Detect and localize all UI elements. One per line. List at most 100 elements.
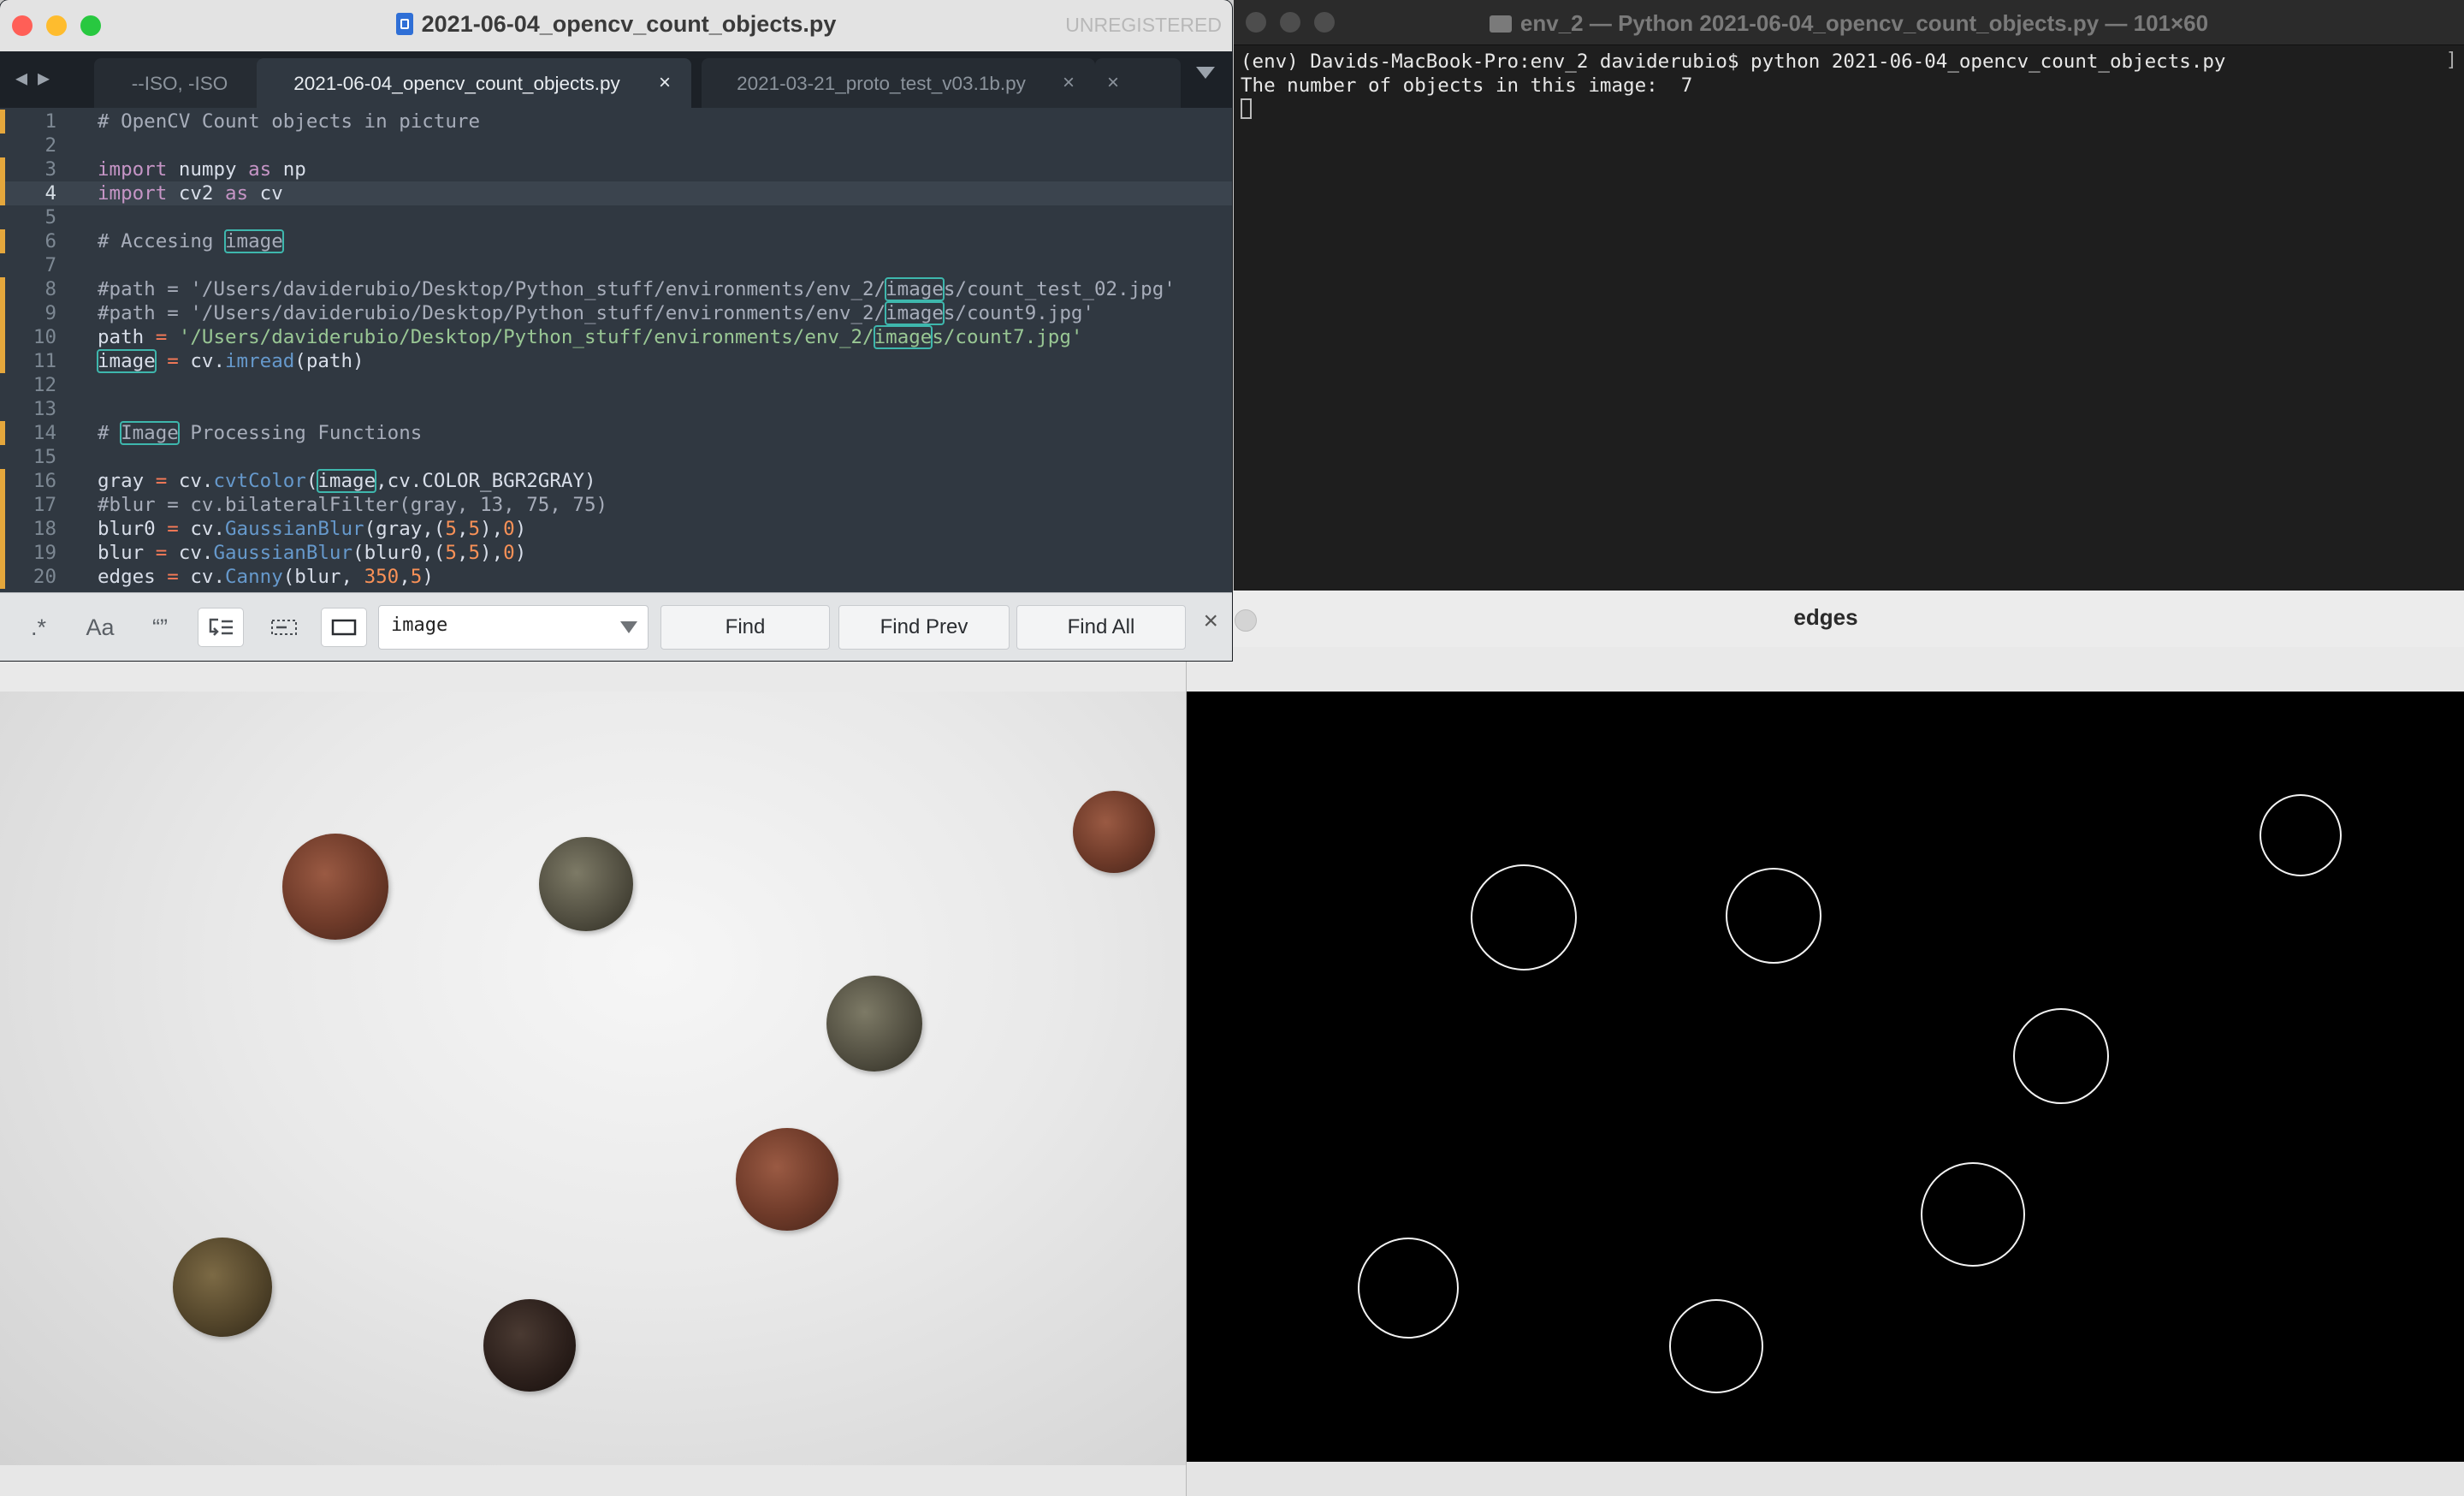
line-number: 13 [33, 398, 56, 420]
find-prev-button[interactable]: Find Prev [838, 605, 1010, 650]
close-icon[interactable]: × [1107, 71, 1119, 95]
code-text: import numpy as np [98, 158, 306, 181]
terminal-scroll-mark: ] [2445, 50, 2457, 71]
line-number: 6 [44, 230, 56, 252]
code-line[interactable]: 13 [0, 397, 1232, 421]
code-line[interactable]: 19 blur = cv.GaussianBlur(blur0,(5,5),0) [0, 541, 1232, 565]
coin [539, 837, 633, 931]
code-line[interactable]: 14 # Image Processing Functions [0, 421, 1232, 445]
terminal-title: env_2 — Python 2021-06-04_opencv_count_o… [1234, 10, 2464, 37]
whole-word-icon[interactable]: “” [140, 608, 180, 646]
code-line[interactable]: 4 import cv2 as cv [0, 181, 1232, 205]
edge-contour [2260, 794, 2342, 876]
terminal-result-line: The number of objects in this image: 7 [1241, 74, 1693, 97]
code-text: import cv2 as cv [98, 182, 283, 205]
in-selection-icon[interactable] [262, 608, 306, 646]
editor-title-text: 2021-06-04_opencv_count_objects.py [421, 11, 837, 37]
wrap-toggle-icon[interactable] [198, 608, 243, 646]
code-line[interactable]: 1 # OpenCV Count objects in picture [0, 110, 1232, 134]
code-line[interactable]: 11 image = cv.imread(path) [0, 349, 1232, 373]
code-line[interactable]: 6 # Accesing image [0, 229, 1232, 253]
case-toggle-icon[interactable]: Aa [79, 608, 121, 646]
close-icon[interactable]: × [1203, 607, 1218, 636]
code-line[interactable]: 15 [0, 445, 1232, 469]
coin [1073, 791, 1155, 873]
code-line[interactable]: 20 edges = cv.Canny(blur, 350,5) [0, 565, 1232, 589]
code-line[interactable]: 17 #blur = cv.bilateralFilter(gray, 13, 7… [0, 493, 1232, 517]
code-line[interactable]: 5 [0, 205, 1232, 229]
code-line[interactable]: 12 [0, 373, 1232, 397]
line-number: 14 [33, 422, 56, 444]
tab-count-objects[interactable]: 2021-06-04_opencv_count_objects.py × [257, 58, 691, 108]
coin [173, 1238, 272, 1337]
edge-contour [1358, 1238, 1459, 1339]
line-number: 18 [33, 518, 56, 540]
terminal-window: env_2 — Python 2021-06-04_opencv_count_o… [1234, 0, 2464, 591]
edges-window-bottom-bar [1187, 1462, 2464, 1496]
coin [282, 834, 388, 940]
tab-bar: ◂ ▸ --ISO, -ISO 2021-06-04_opencv_count_… [0, 51, 1232, 108]
line-number: 4 [44, 182, 56, 205]
tab-label: 2021-06-04_opencv_count_objects.py [293, 73, 620, 94]
folder-icon [1489, 15, 1512, 33]
close-icon[interactable]: × [1063, 71, 1075, 95]
tab-label: 2021-03-21_proto_test_v03.1b.py [737, 73, 1026, 94]
editor-titlebar[interactable]: 2021-06-04_opencv_count_objects.py UNREG… [0, 0, 1232, 52]
edge-contour [1726, 868, 1821, 964]
find-panel: .* Aa “” image Find Find Prev Find All × [0, 592, 1232, 661]
edges-window: edges [1186, 591, 2464, 1496]
line-number: 2 [44, 134, 56, 157]
license-status: UNREGISTERED [1065, 14, 1222, 36]
line-number: 3 [44, 158, 56, 181]
tab-proto-test[interactable]: 2021-03-21_proto_test_v03.1b.py × [702, 58, 1095, 108]
edges-titlebar[interactable]: edges [1187, 591, 2464, 647]
code-line[interactable]: 18 blur0 = cv.GaussianBlur(gray,(5,5),0) [0, 517, 1232, 541]
line-number: 16 [33, 470, 56, 492]
terminal-output[interactable]: (env) Davids-MacBook-Pro:env_2 daviderub… [1241, 50, 2464, 122]
tab-dropdown-icon[interactable] [1196, 67, 1215, 79]
code-text: #blur = cv.bilateralFilter(gray, 13, 75,… [98, 494, 608, 516]
code-line[interactable]: 16 gray = cv.cvtColor(image,cv.COLOR_BGR2… [0, 469, 1232, 493]
forward-arrow-icon[interactable]: ▸ [38, 63, 50, 92]
code-text: path = '/Users/daviderubio/Desktop/Pytho… [98, 325, 1083, 349]
code-text: # OpenCV Count objects in picture [98, 110, 481, 133]
terminal-titlebar[interactable]: env_2 — Python 2021-06-04_opencv_count_o… [1234, 0, 2464, 45]
find-all-button[interactable]: Find All [1016, 605, 1186, 650]
edge-contour [2013, 1008, 2109, 1104]
terminal-title-text: env_2 — Python 2021-06-04_opencv_count_o… [1519, 10, 2209, 36]
find-input[interactable]: image [378, 605, 649, 650]
code-text: image = cv.imread(path) [97, 349, 364, 373]
editor-title: 2021-06-04_opencv_count_objects.py [0, 11, 1232, 38]
code-text: #path = '/Users/daviderubio/Desktop/Pyth… [98, 301, 1094, 325]
code-line[interactable]: 2 [0, 134, 1232, 157]
code-line[interactable]: 9 #path = '/Users/daviderubio/Desktop/Pyt… [0, 301, 1232, 325]
line-number: 15 [33, 446, 56, 468]
find-query: image [391, 614, 448, 636]
line-number: 11 [33, 350, 56, 372]
line-number: 19 [33, 542, 56, 564]
edge-contour [1921, 1162, 2025, 1267]
code-line[interactable]: 8 #path = '/Users/daviderubio/Desktop/Pyt… [0, 277, 1232, 301]
regex-toggle-icon[interactable]: .* [19, 608, 58, 646]
code-text: gray = cv.cvtColor(image,cv.COLOR_BGR2GR… [98, 469, 596, 493]
code-line[interactable]: 3 import numpy as np [0, 157, 1232, 181]
code-editor[interactable]: 1 # OpenCV Count objects in picture 2 3 impo… [0, 108, 1232, 589]
coin [736, 1128, 838, 1231]
find-button[interactable]: Find [660, 605, 830, 650]
tab-untitled[interactable]: × [1095, 58, 1181, 108]
code-line[interactable]: 7 [0, 253, 1232, 277]
back-arrow-icon[interactable]: ◂ [15, 63, 27, 92]
line-number: 1 [44, 110, 56, 133]
line-number: 9 [44, 302, 56, 324]
tab-iso[interactable]: --ISO, -ISO [94, 58, 265, 108]
source-image-window [0, 661, 1186, 1496]
close-icon[interactable]: × [659, 71, 671, 95]
coin [483, 1299, 576, 1392]
photo-window-bottom-bar [0, 1465, 1186, 1496]
dropdown-caret-icon[interactable] [620, 621, 637, 633]
editor-window: 2021-06-04_opencv_count_objects.py UNREG… [0, 0, 1232, 661]
code-line[interactable]: 10 path = '/Users/daviderubio/Desktop/Pyt… [0, 325, 1232, 349]
line-number: 7 [44, 254, 56, 276]
highlight-matches-icon[interactable] [322, 608, 366, 646]
code-text: blur0 = cv.GaussianBlur(gray,(5,5),0) [98, 518, 527, 540]
